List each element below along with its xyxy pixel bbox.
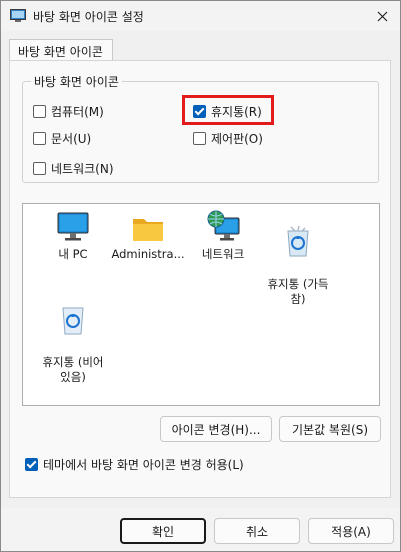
icon-item-label: 휴지통 (비어 있음) <box>42 355 104 384</box>
apply-button[interactable]: 적용(A) <box>308 518 394 544</box>
cancel-button[interactable]: 취소 <box>214 518 300 544</box>
title-bar: 바탕 화면 아이콘 설정 <box>1 1 400 31</box>
close-button[interactable] <box>368 4 396 28</box>
checkbox-box[interactable] <box>193 132 206 145</box>
icon-item-recycle-bin-full[interactable]: 휴지통 (가득 참) <box>260 210 336 322</box>
checkbox-label: 제어판(O) <box>211 132 263 146</box>
icon-item-recycle-bin-empty[interactable]: 휴지통 (비어 있음) <box>35 288 111 400</box>
checkbox-allow-theme-change[interactable]: 테마에서 바탕 화면 아이콘 변경 허용(L) <box>25 456 244 473</box>
icon-item-this-pc[interactable]: 내 PC <box>35 210 111 262</box>
recycle-bin-full-icon <box>287 225 309 257</box>
icon-list[interactable]: 내 PC Administra... 네트워크 휴지통 (가득 참) 휴지통 (… <box>22 203 380 406</box>
change-icon-button[interactable]: 아이콘 변경(H)... <box>160 416 272 442</box>
checkbox-documents[interactable]: 문서(U) <box>33 130 91 147</box>
checkbox-label: 테마에서 바탕 화면 아이콘 변경 허용(L) <box>43 458 244 472</box>
icon-item-network[interactable]: 네트워크 <box>185 210 261 262</box>
checkbox-box[interactable] <box>33 105 46 118</box>
checkbox-box[interactable] <box>33 132 46 145</box>
dialog-window: 바탕 화면 아이콘 설정 바탕 화면 아이콘 바탕 화면 아이콘 컴퓨터(M) … <box>0 0 401 552</box>
recycle-bin-empty-icon <box>62 307 84 335</box>
tab-desktop-icons[interactable]: 바탕 화면 아이콘 <box>9 39 113 60</box>
icon-item-label: Administra... <box>111 247 185 261</box>
restore-default-button[interactable]: 기본값 복원(S) <box>279 416 381 442</box>
tab-bar: 바탕 화면 아이콘 <box>9 39 391 61</box>
close-icon <box>377 11 387 21</box>
checkbox-control-panel[interactable]: 제어판(O) <box>193 130 263 147</box>
network-globe-icon <box>207 210 240 241</box>
checkbox-label: 컴퓨터(M) <box>51 105 104 119</box>
dialog-footer: 확인 취소 적용(A) <box>1 508 400 551</box>
icon-item-administrator[interactable]: Administra... <box>110 210 186 262</box>
checkbox-box-checked[interactable] <box>25 458 38 471</box>
checkbox-label: 네트워크(N) <box>51 162 114 176</box>
tab-panel: 바탕 화면 아이콘 컴퓨터(M) 휴지통(R) 문서(U) 제어판(O) 네트워… <box>9 60 391 498</box>
icon-item-label: 내 PC <box>58 247 88 261</box>
checkbox-label: 문서(U) <box>51 132 92 146</box>
desktop-settings-icon <box>10 9 26 23</box>
highlight-annotation <box>182 95 274 125</box>
checkbox-box[interactable] <box>33 162 46 175</box>
icon-item-label: 휴지통 (가득 참) <box>267 277 329 306</box>
window-title: 바탕 화면 아이콘 설정 <box>33 10 144 24</box>
icon-item-label: 네트워크 <box>201 247 245 261</box>
ok-button[interactable]: 확인 <box>120 518 206 544</box>
group-title: 바탕 화면 아이콘 <box>31 73 122 90</box>
monitor-icon <box>57 212 89 241</box>
folder-icon <box>133 219 163 241</box>
checkbox-network[interactable]: 네트워크(N) <box>33 160 114 177</box>
checkbox-computer[interactable]: 컴퓨터(M) <box>33 103 104 120</box>
